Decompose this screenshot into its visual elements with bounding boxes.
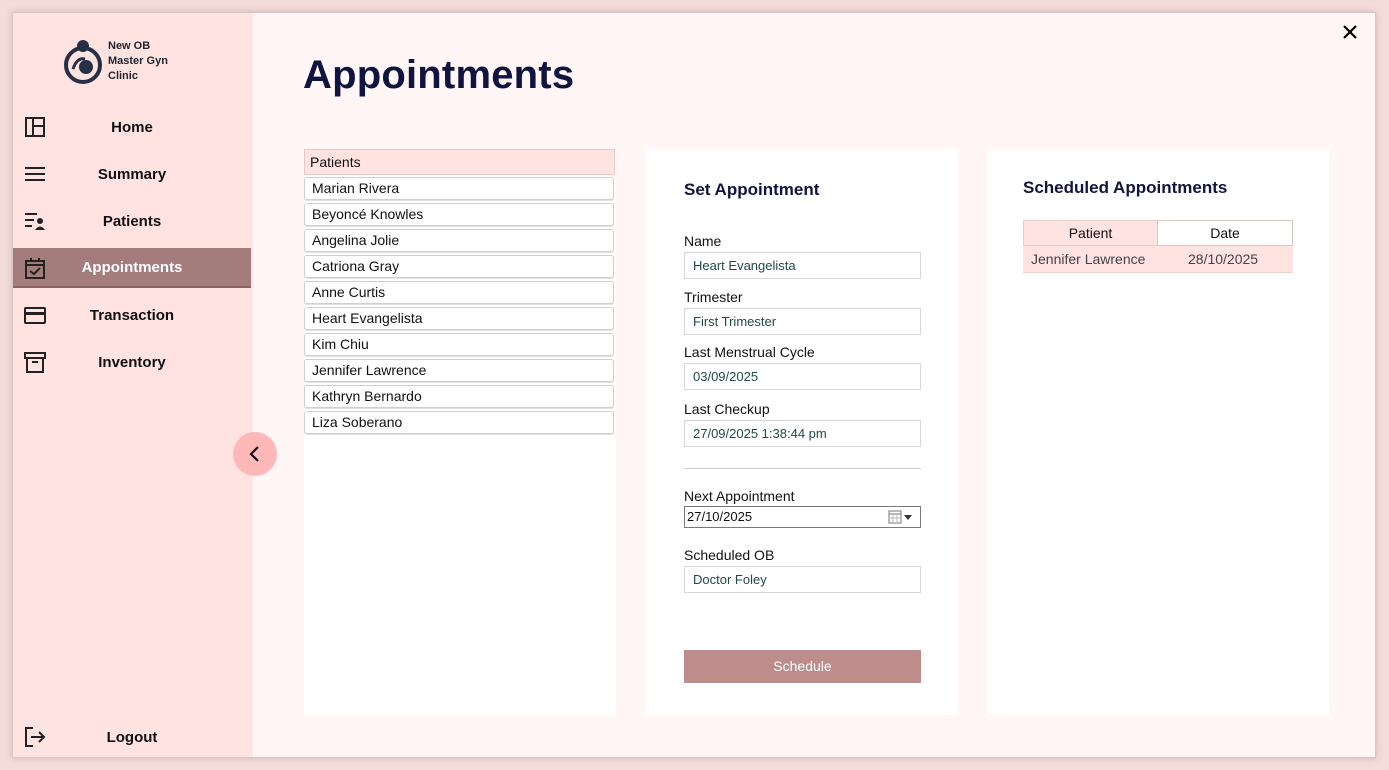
chevron-left-icon	[249, 446, 259, 462]
sidebar-item-home[interactable]: Home	[13, 107, 251, 147]
sidebar-item-label: Transaction	[89, 306, 175, 324]
schedule-button[interactable]: Schedule	[684, 650, 921, 683]
next-appointment-label: Next Appointment	[684, 488, 795, 504]
last-checkup-field[interactable]: 27/09/2025 1:38:44 pm	[684, 420, 921, 447]
clinic-logo-icon	[64, 40, 102, 84]
patient-list-item[interactable]: Liza Soberano	[304, 411, 614, 434]
patient-list-item[interactable]: Catriona Gray	[304, 255, 614, 278]
logout-label: Logout	[106, 728, 158, 746]
clinic-logo: New OB Master Gyn Clinic	[63, 37, 203, 87]
last-menstrual-cycle-field[interactable]: 03/09/2025	[684, 363, 921, 390]
logout-button[interactable]: Logout	[13, 717, 251, 757]
patient-list-item[interactable]: Marian Rivera	[304, 177, 614, 200]
column-header-patient[interactable]: Patient	[1023, 220, 1158, 246]
clinic-name-line-1: New OB	[108, 40, 151, 52]
name-label: Name	[684, 233, 722, 249]
patient-list-item[interactable]: Anne Curtis	[304, 281, 614, 304]
sidebar-item-appointments[interactable]: Appointments	[13, 248, 251, 288]
cell-patient: Jennifer Lawrence	[1031, 251, 1146, 267]
trimester-field[interactable]: First Trimester	[684, 308, 921, 335]
sidebar-item-label: Home	[111, 118, 153, 136]
clinic-name: New OB Master Gyn Clinic	[108, 39, 198, 84]
sidebar-item-label: Patients	[102, 212, 162, 230]
table-header: Patient Date	[1023, 220, 1293, 246]
calendar-dropdown-icon	[888, 510, 912, 524]
sidebar-item-label: Summary	[97, 165, 167, 183]
patient-list-item[interactable]: Angelina Jolie	[304, 229, 614, 252]
trimester-label: Trimester	[684, 289, 743, 305]
sidebar-item-patients[interactable]: Patients	[13, 201, 251, 241]
scheduled-ob-field[interactable]: Doctor Foley	[684, 566, 921, 593]
scheduled-ob-label: Scheduled OB	[684, 547, 775, 563]
last-menstrual-cycle-label: Last Menstrual Cycle	[684, 344, 815, 360]
page-title: Appointments	[303, 53, 575, 97]
sidebar: New OB Master Gyn Clinic Home Summary Pa…	[13, 13, 253, 757]
column-header-date[interactable]: Date	[1157, 220, 1293, 246]
collapse-sidebar-button[interactable]	[233, 432, 277, 476]
scheduled-appointments-title: Scheduled Appointments	[1023, 178, 1228, 197]
patients-list-panel: Patients Marian Rivera Beyoncé Knowles A…	[304, 149, 616, 715]
clinic-name-line-2: Master Gyn	[108, 55, 168, 67]
patient-list-item[interactable]: Kathryn Bernardo	[304, 385, 614, 408]
form-divider	[684, 468, 921, 469]
name-field[interactable]: Heart Evangelista	[684, 252, 921, 279]
sidebar-item-transaction[interactable]: Transaction	[13, 295, 251, 335]
table-row[interactable]: Jennifer Lawrence 28/10/2025	[1023, 246, 1293, 273]
sidebar-item-label: Appointments	[81, 258, 183, 276]
app-window: New OB Master Gyn Clinic Home Summary Pa…	[12, 12, 1376, 758]
patient-list-item[interactable]: Heart Evangelista	[304, 307, 614, 330]
next-appointment-date-value: 27/10/2025	[687, 509, 753, 524]
patient-list-item[interactable]: Jennifer Lawrence	[304, 359, 614, 382]
scheduled-appointments-panel: Scheduled Appointments Patient Date Jenn…	[987, 149, 1329, 715]
patient-list-item[interactable]: Beyoncé Knowles	[304, 203, 614, 226]
set-appointment-panel: Set Appointment Name Heart Evangelista T…	[645, 149, 958, 715]
cell-date: 28/10/2025	[1188, 251, 1259, 267]
set-appointment-title: Set Appointment	[684, 180, 820, 199]
last-checkup-label: Last Checkup	[684, 401, 770, 417]
sidebar-item-label: Inventory	[98, 353, 166, 371]
patients-list-header: Patients	[304, 149, 615, 175]
close-icon	[1343, 25, 1357, 39]
patient-list-item[interactable]: Kim Chiu	[304, 333, 614, 356]
sidebar-item-inventory[interactable]: Inventory	[13, 342, 251, 382]
close-button[interactable]	[1341, 23, 1359, 41]
clinic-name-line-3: Clinic	[108, 70, 138, 82]
next-appointment-date-picker[interactable]: 27/10/2025	[684, 506, 921, 528]
sidebar-item-summary[interactable]: Summary	[13, 154, 251, 194]
